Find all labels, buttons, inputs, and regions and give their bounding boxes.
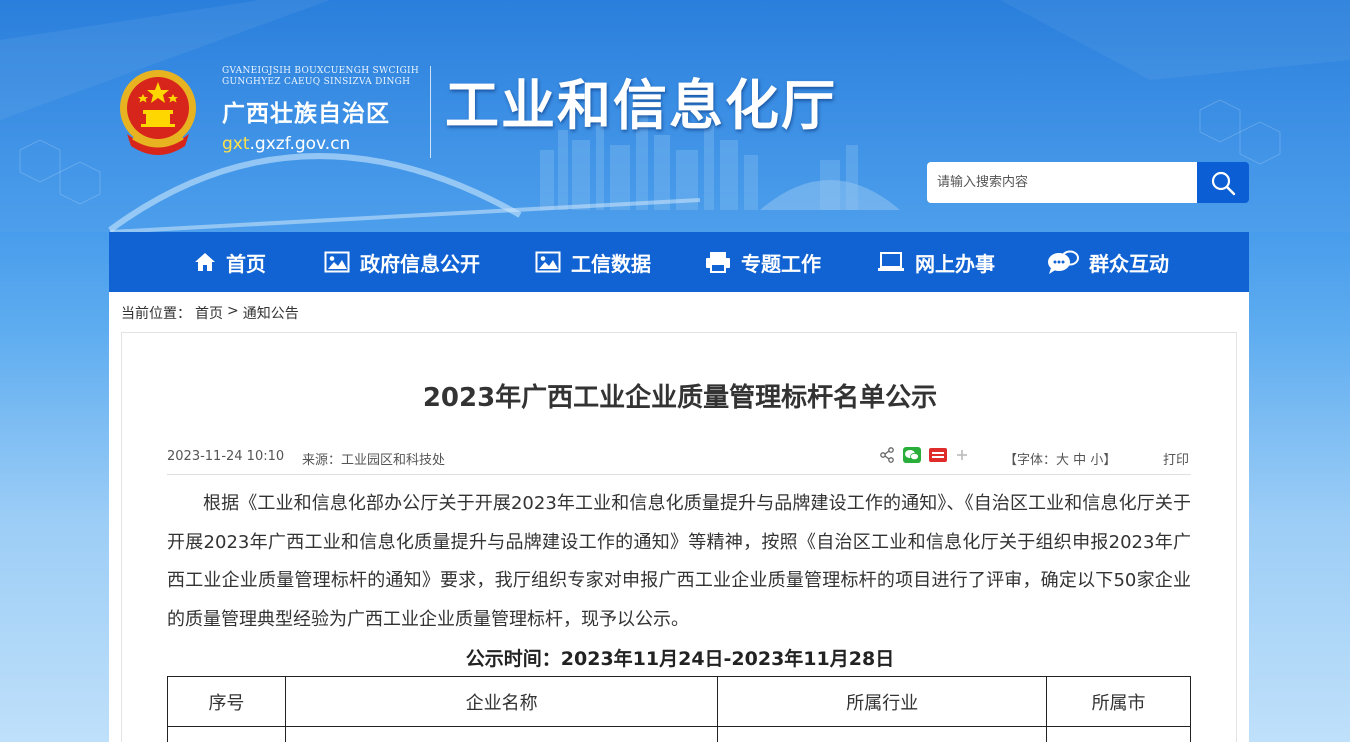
enterprise-list-table: 序号 企业名称 所属行业 所属市 [167,676,1191,742]
nav-item-home[interactable]: 首页 [194,232,266,292]
region-branding: GVANEIGJSIH BOUXCUENGH SWCIGIH GUNGHYEZ … [222,66,422,154]
table-header-row: 序号 企业名称 所属行业 所属市 [167,676,1191,727]
department-title: 工业和信息化厅 [445,74,837,137]
region-name: 广西壮族自治区 [222,101,390,127]
column-header-city: 所属市 [1046,676,1191,727]
table-cell [167,726,286,742]
nav-item-label: 专题工作 [741,251,821,276]
nav-item-interaction[interactable]: 群众互动 [1047,232,1169,292]
image-icon [324,251,350,273]
nav-item-label: 工信数据 [571,251,651,276]
content-panel: 当前位置： 首页 > 通知公告 2023年广西工业企业质量管理标杆名单公示 20… [109,292,1249,742]
column-header-index: 序号 [167,676,286,727]
toutiao-icon[interactable] [929,448,947,462]
table-cell [1046,726,1191,742]
table-row [167,726,1191,742]
nav-item-data[interactable]: 工信数据 [535,232,651,292]
column-header-industry: 所属行业 [717,676,1048,727]
nav-item-label: 首页 [226,251,266,276]
article-title: 2023年广西工业企业质量管理标杆名单公示 [422,383,938,413]
printer-icon [706,252,730,273]
header-divider [430,66,431,158]
breadcrumb-separator: > [227,303,239,319]
domain-rest: .gxzf.gov.cn [249,134,351,154]
region-latin-line2: GUNGHYEZ CAEUQ SINSIZVA DINGH [222,77,411,87]
more-share-icon[interactable] [955,448,969,462]
search-icon [1211,171,1236,195]
breadcrumb-home-link[interactable]: 首页 [195,303,223,323]
column-header-company: 企业名称 [284,676,719,727]
nav-item-special[interactable]: 专题工作 [705,232,821,292]
article-body: 根据《工业和信息化部办公厅关于开展2023年工业和信息化质量提升与品牌建设工作的… [167,493,1191,630]
site-domain: gxt.gxzf.gov.cn [222,134,422,154]
nav-item-gov-info[interactable]: 政府信息公开 [324,232,480,292]
search-input[interactable] [927,162,1197,203]
breadcrumb-current-link[interactable]: 通知公告 [243,303,299,323]
chat-icon [1048,250,1079,274]
share-bar [879,447,969,463]
home-icon [195,253,215,271]
national-emblem-icon [120,70,196,155]
search-button[interactable] [1197,162,1249,203]
article-meta: 2023-11-24 10:10 来源：工业园区和科技处 【字体：大 中 小】 … [167,447,1191,475]
wechat-icon[interactable] [903,447,921,463]
font-large-button[interactable]: 大 [1056,453,1069,468]
domain-highlight: gxt [222,134,250,154]
region-latin-line1: GVANEIGJSIH BOUXCUENGH SWCIGIH [222,66,420,76]
laptop-icon [878,252,904,271]
breadcrumb-prefix: 当前位置： [121,306,191,322]
breadcrumb: 当前位置： 首页 > 通知公告 [121,303,299,323]
font-small-button[interactable]: 小 [1090,453,1103,468]
site-header: GVANEIGJSIH BOUXCUENGH SWCIGIH GUNGHYEZ … [0,0,1350,232]
nav-item-online[interactable]: 网上办事 [877,232,995,292]
print-button[interactable]: 打印 [1163,449,1189,468]
font-label-prefix: 【字体： [1004,453,1057,468]
article-container: 2023年广西工业企业质量管理标杆名单公示 2023-11-24 10:10 来… [121,332,1237,742]
font-label-suffix: 】 [1103,453,1117,468]
font-medium-button[interactable]: 中 [1073,453,1086,468]
main-nav: 首页 政府信息公开 工信数据 专题工作 网上办事 群众互动 [109,232,1249,292]
table-cell [717,726,1048,742]
search-box [927,162,1249,203]
share-icon[interactable] [879,447,895,463]
publicity-period: 公示时间：2023年11月24日-2023年11月28日 [465,648,895,670]
nav-item-label: 网上办事 [915,251,995,276]
article-source: 来源：工业园区和科技处 [302,453,446,468]
font-size-control: 【字体：大 中 小】 [1004,449,1116,468]
nav-item-label: 政府信息公开 [360,251,480,276]
image-icon [535,251,561,273]
publish-date: 2023-11-24 10:10 [167,449,285,464]
nav-item-label: 群众互动 [1089,251,1169,276]
table-cell [284,726,719,742]
